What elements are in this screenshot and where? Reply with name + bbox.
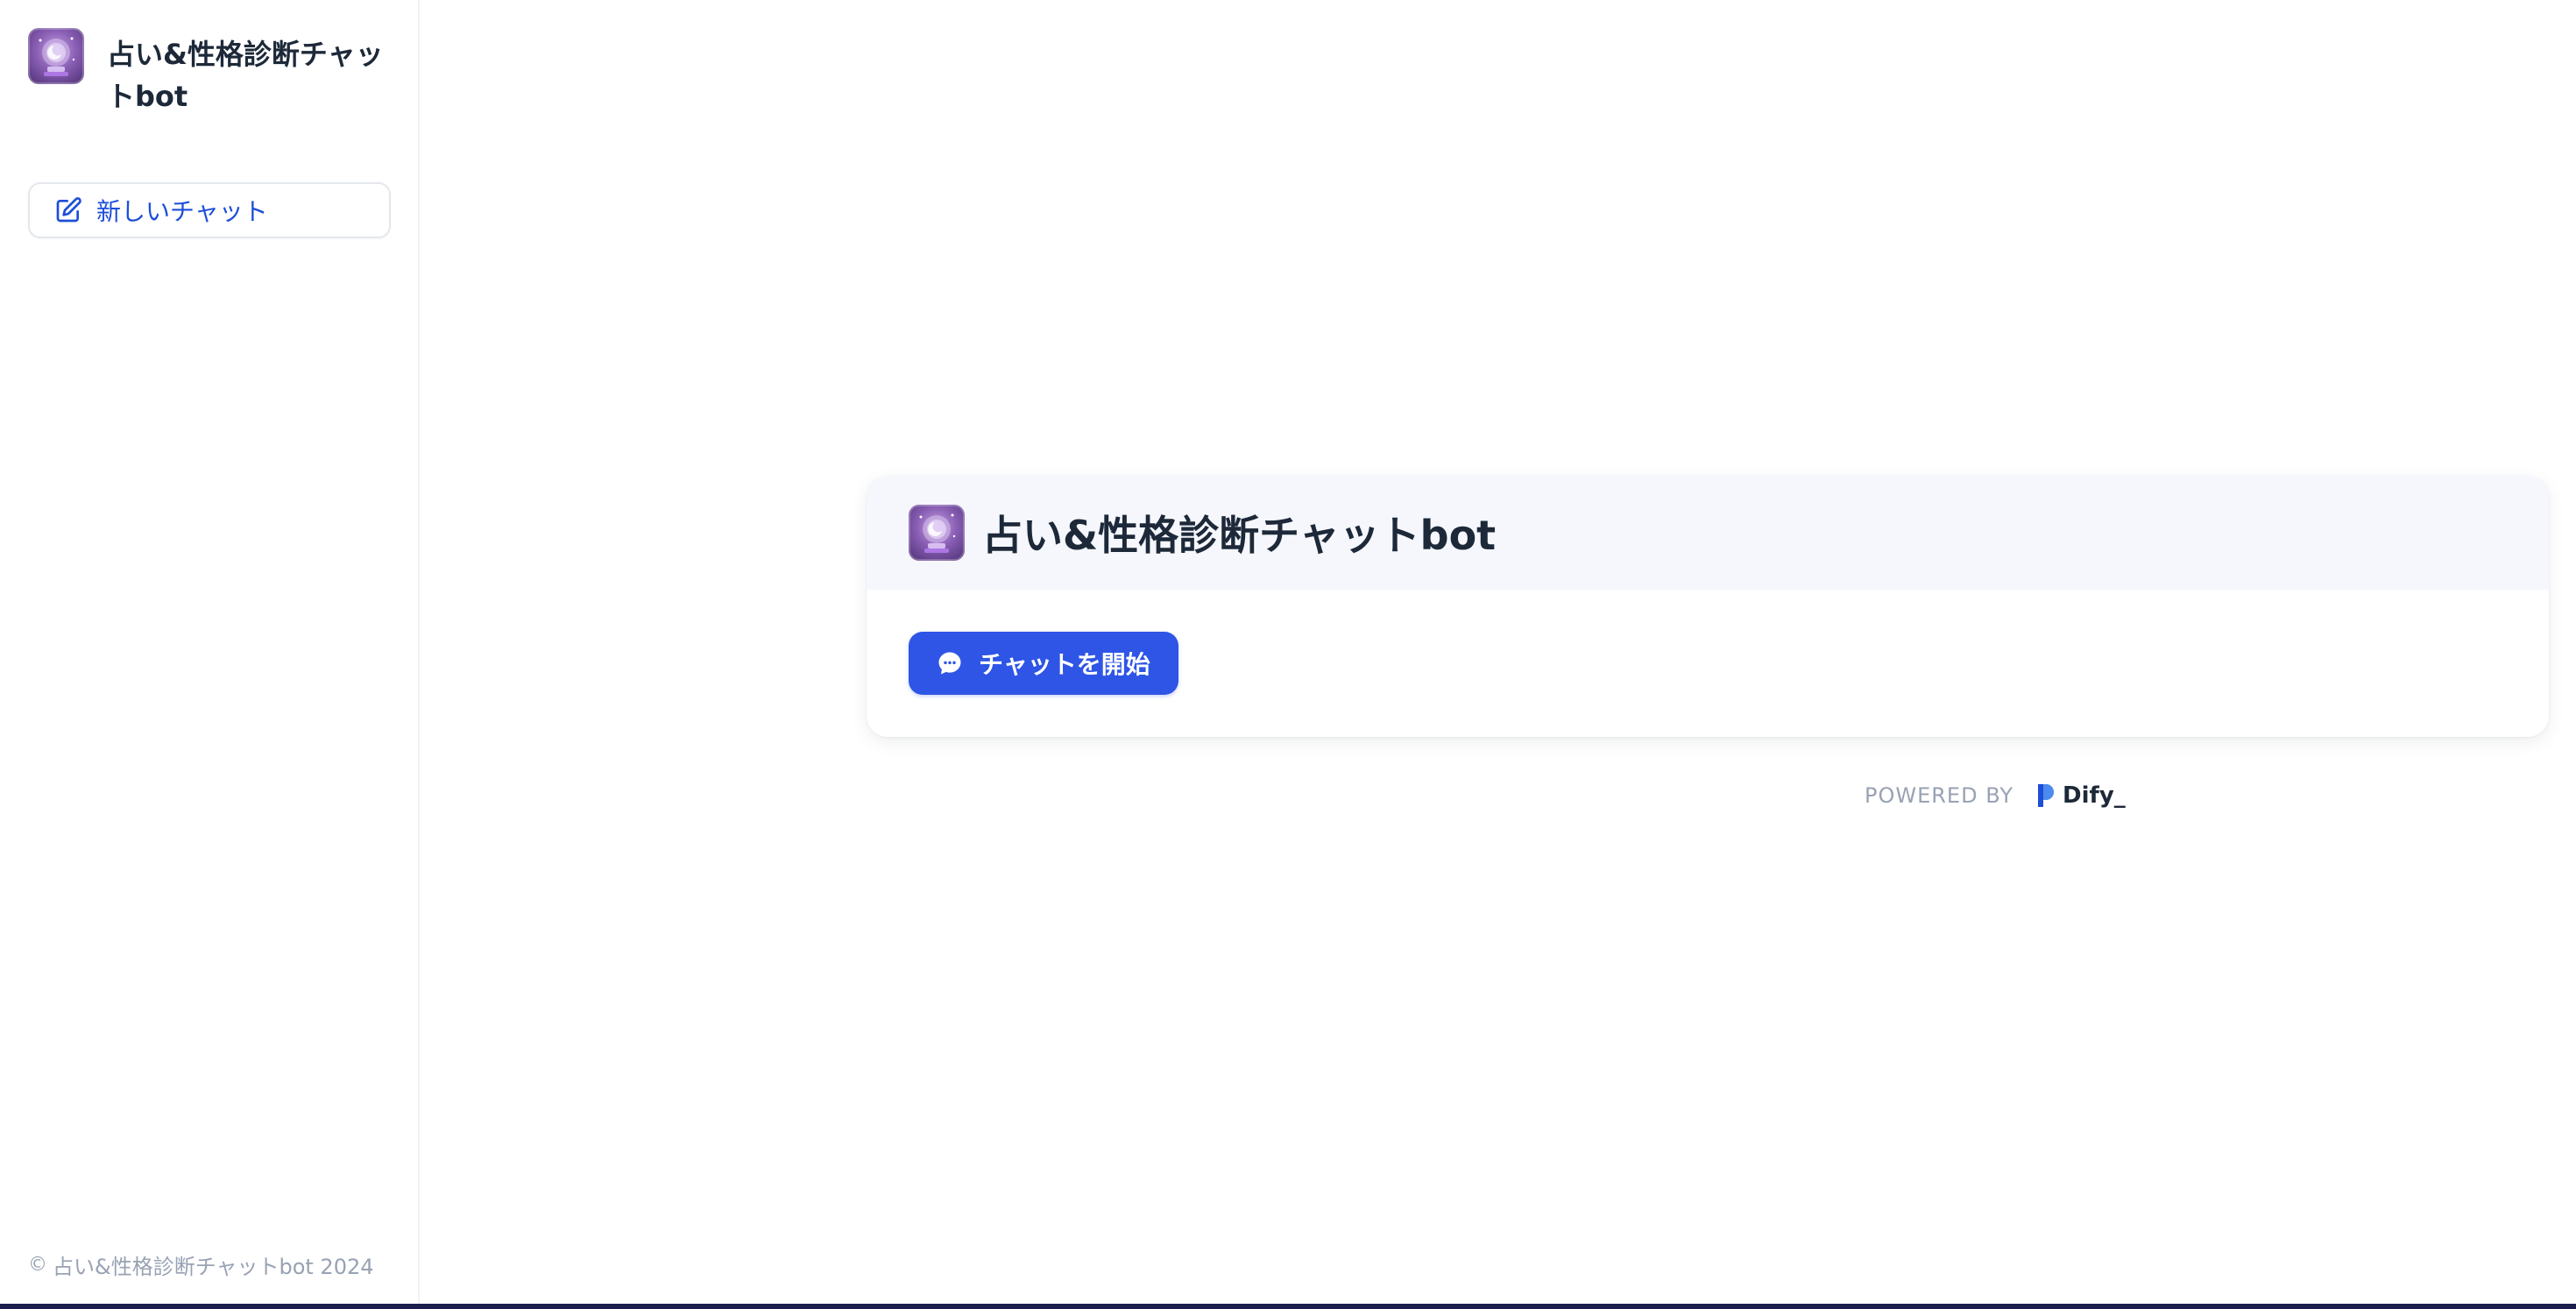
dify-logo[interactable]: Dify _ xyxy=(2036,782,2126,809)
start-chat-button[interactable]: チャットを開始 xyxy=(909,632,1178,695)
app-window: 占い&性格診断チャットbot 新しいチャット © 占い&性格診断チャットbot … xyxy=(0,0,2576,1309)
welcome-card: 占い&性格診断チャットbot チャットを開始 xyxy=(867,476,2549,737)
main-content: 占い&性格診断チャットbot チャットを開始 POWERED BY Dify _ xyxy=(421,0,2576,1309)
welcome-card-title: 占い&性格診断チャットbot xyxy=(982,512,1497,559)
welcome-card-header: 占い&性格診断チャットbot xyxy=(867,476,2549,590)
crystal-ball-icon xyxy=(909,505,965,561)
sidebar: 占い&性格診断チャットbot 新しいチャット © 占い&性格診断チャットbot … xyxy=(0,0,420,1309)
dify-brand-name: Dify xyxy=(2063,782,2114,809)
sidebar-header: 占い&性格診断チャットbot xyxy=(28,28,396,117)
start-chat-label: チャットを開始 xyxy=(979,650,1150,679)
dify-brand-dot: _ xyxy=(2113,782,2126,809)
dify-mark-icon xyxy=(2036,782,2056,809)
copyright-icon: © xyxy=(28,1254,47,1276)
sidebar-app-title: 占い&性格診断チャットbot xyxy=(107,38,384,113)
copyright-footer: © 占い&性格診断チャットbot 2024 xyxy=(28,1249,374,1280)
edit-icon xyxy=(54,196,82,224)
copyright-text: 占い&性格診断チャットbot 2024 xyxy=(53,1255,374,1279)
new-chat-label: 新しいチャット xyxy=(96,197,268,226)
crystal-ball-icon xyxy=(28,28,84,84)
powered-by-label: POWERED BY xyxy=(1865,783,2014,808)
chat-bubble-icon xyxy=(937,650,963,676)
new-chat-button[interactable]: 新しいチャット xyxy=(28,182,391,238)
window-bottom-edge xyxy=(0,1304,2576,1309)
powered-by: POWERED BY Dify _ xyxy=(1865,782,2126,809)
welcome-card-body: チャットを開始 xyxy=(867,590,2549,737)
